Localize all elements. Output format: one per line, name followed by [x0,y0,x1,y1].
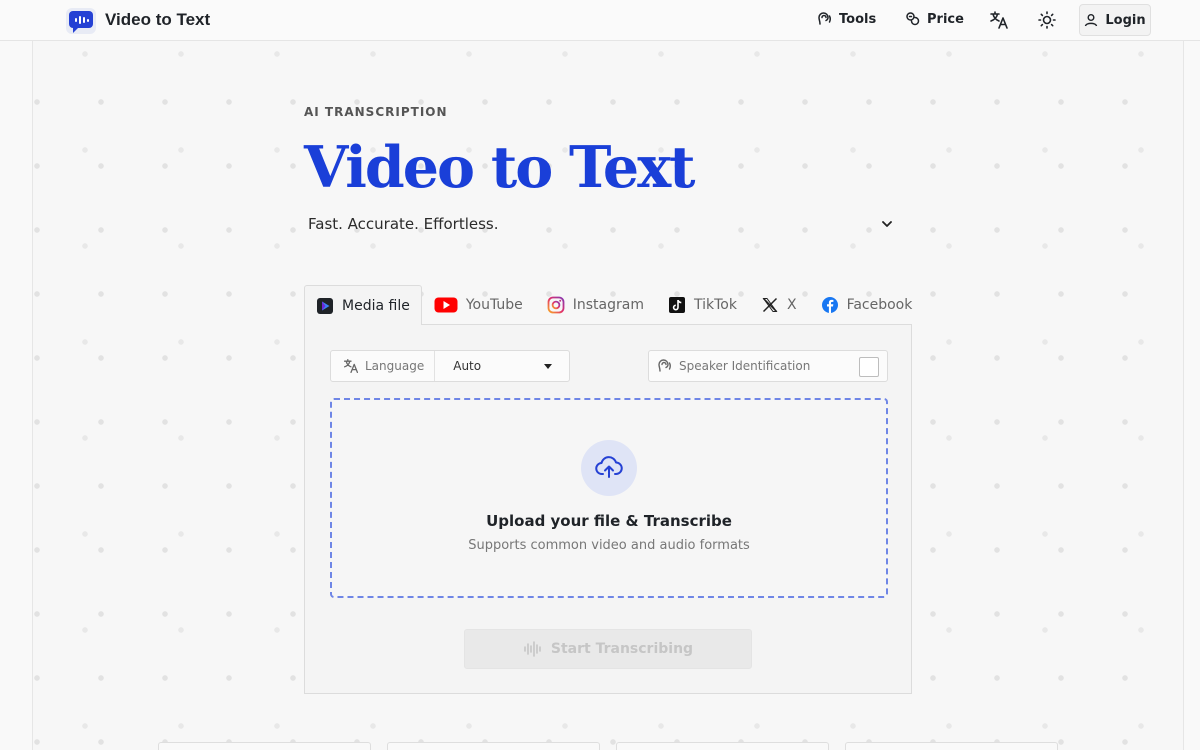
tiktok-icon [669,297,685,313]
tab-label: Instagram [572,297,644,313]
waveform-icon [524,641,541,657]
language-value: Auto [453,359,482,373]
x-icon [762,297,778,313]
tab-instagram[interactable]: Instagram [535,285,656,325]
tab-label: X [786,297,797,313]
caret-down-icon [544,363,552,369]
hero-tagline: Fast. Accurate. Effortless. [308,215,499,233]
language-label-group: Language [331,351,436,381]
youtube-icon [434,297,458,313]
sun-icon[interactable] [1037,10,1057,30]
tab-label: Facebook [846,297,913,313]
tab-tiktok[interactable]: TikTok [656,285,749,325]
user-icon [1085,14,1098,27]
page-title: Video to Text [304,134,696,201]
start-transcribing-button[interactable]: Start Transcribing [464,629,752,669]
upload-subtitle: Supports common video and audio formats [468,538,750,553]
brand-logo-icon[interactable] [66,8,96,34]
tab-label: TikTok [694,297,737,313]
source-tabs: Media file YouTube Instagram TikTok X Fa… [304,285,924,325]
nav-tools-label: Tools [839,11,877,27]
upload-title: Upload your file & Transcribe [486,512,732,530]
login-button[interactable]: Login [1079,4,1151,36]
nav-price-label: Price [927,11,964,27]
coins-icon [906,12,920,26]
feature-card [158,742,371,750]
brand-name[interactable]: Video to Text [105,10,210,30]
feature-card [845,742,1058,750]
nav-price[interactable]: Price [905,11,964,27]
language-label: Language [365,359,425,373]
speaker-checkbox[interactable] [859,357,879,377]
language-select[interactable]: Language Auto [330,350,570,382]
translate-icon [343,358,359,374]
tab-media-file[interactable]: Media file [304,285,422,325]
tab-facebook[interactable]: Facebook [809,285,925,325]
tab-label: YouTube [465,297,523,313]
translate-icon[interactable] [989,10,1009,30]
upload-dropzone[interactable]: Upload your file & Transcribe Supports c… [330,398,888,598]
speaker-label: Speaker Identification [679,359,811,373]
start-label: Start Transcribing [550,641,694,657]
tab-label: Media file [342,297,410,314]
transcribe-panel: Language Auto Speaker Identification Upl… [304,324,912,694]
upload-icon-badge [581,440,637,496]
top-navbar: Video to Text Tools Price Login [0,0,1200,41]
media-file-icon [317,297,333,314]
feature-card [387,742,600,750]
ear-icon [818,12,831,25]
tab-youtube[interactable]: YouTube [422,285,535,325]
facebook-icon [821,297,838,313]
nav-tools[interactable]: Tools [817,11,876,27]
speaker-identification-option[interactable]: Speaker Identification [648,350,888,382]
ear-icon [658,359,671,372]
login-label: Login [1105,12,1146,28]
tab-x[interactable]: X [749,285,809,325]
hero-eyebrow: AI TRANSCRIPTION [304,105,448,119]
feature-card [616,742,829,750]
chevron-down-icon[interactable] [879,216,895,232]
cloud-upload-icon [595,456,623,478]
instagram-icon [547,296,565,314]
